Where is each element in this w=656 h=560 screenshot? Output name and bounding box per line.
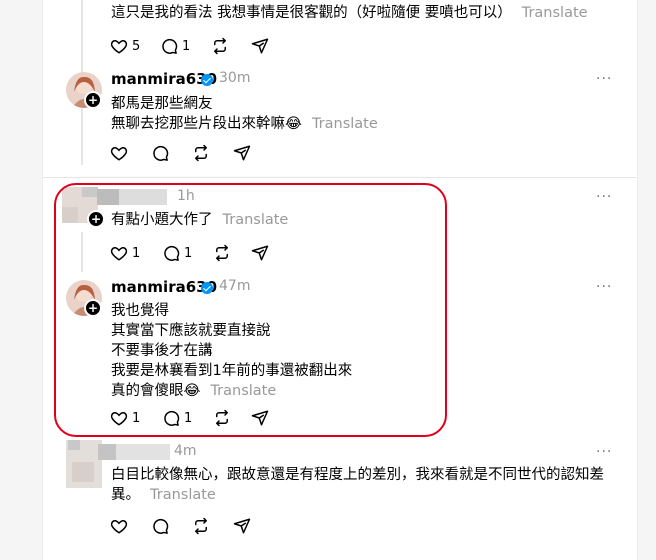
share-button[interactable]	[233, 517, 251, 535]
repost-icon	[214, 37, 226, 55]
heart-icon	[110, 39, 128, 54]
comment-icon	[162, 38, 178, 54]
username-redacted	[98, 444, 170, 460]
repost-button[interactable]	[192, 517, 210, 535]
reply-button[interactable]	[151, 144, 169, 162]
heart-icon	[110, 146, 128, 161]
more-options-icon[interactable]: ···	[596, 279, 612, 295]
comment-text: 這只是我的看法 我想事情是很客觀的（好啦隨便 要噴也可以） Translate	[111, 3, 588, 23]
like-count: 5	[132, 38, 141, 54]
translate-link[interactable]: Translate	[522, 5, 588, 21]
comment-text: 白目比較像無心，跟故意還是有程度上的差別，我來看就是不同世代的認知差 異。 Tra…	[111, 465, 604, 505]
comment-icon	[153, 145, 169, 161]
share-button[interactable]	[233, 144, 251, 162]
comment-text: 都馬是那些網友 無聊去挖那些片段出來幹嘛😂 Translate	[111, 94, 378, 134]
send-icon	[251, 38, 269, 54]
comment-divider	[43, 177, 636, 178]
highlight-annotation	[54, 183, 447, 437]
timestamp[interactable]: 30m	[219, 70, 250, 86]
follow-plus-icon[interactable]: +	[84, 91, 102, 109]
like-button[interactable]	[110, 517, 128, 535]
repost-icon	[195, 517, 207, 535]
translate-link[interactable]: Translate	[150, 487, 216, 503]
send-icon	[233, 518, 251, 534]
share-button[interactable]	[251, 37, 269, 55]
like-button[interactable]	[110, 144, 128, 162]
comment-text-line: 無聊去挖那些片段出來幹嘛😂	[111, 116, 302, 132]
translate-link[interactable]: Translate	[312, 116, 378, 132]
verified-badge-icon	[201, 74, 213, 86]
reply-button[interactable]: 1	[160, 37, 190, 55]
like-button[interactable]: 5	[110, 37, 140, 55]
more-options-icon[interactable]: ···	[596, 71, 612, 87]
repost-button[interactable]	[192, 144, 210, 162]
more-options-icon[interactable]: ···	[596, 444, 612, 460]
comment-text-line: 這只是我的看法 我想事情是很客觀的（好啦隨便 要噴也可以）	[111, 5, 512, 21]
reply-count: 1	[182, 38, 191, 54]
timestamp[interactable]: 4m	[174, 443, 197, 459]
comment-text-line: 白目比較像無心，跟故意還是有程度上的差別，我來看就是不同世代的認知差	[111, 467, 604, 483]
more-options-icon[interactable]: ···	[596, 189, 612, 205]
send-icon	[233, 145, 251, 161]
comment-icon	[153, 518, 169, 534]
comment-text-line: 都馬是那些網友	[111, 96, 213, 112]
heart-icon	[110, 519, 128, 534]
repost-icon	[195, 144, 207, 162]
reply-button[interactable]	[151, 517, 169, 535]
comment-text-line: 異。	[111, 487, 140, 503]
repost-button[interactable]	[211, 37, 229, 55]
